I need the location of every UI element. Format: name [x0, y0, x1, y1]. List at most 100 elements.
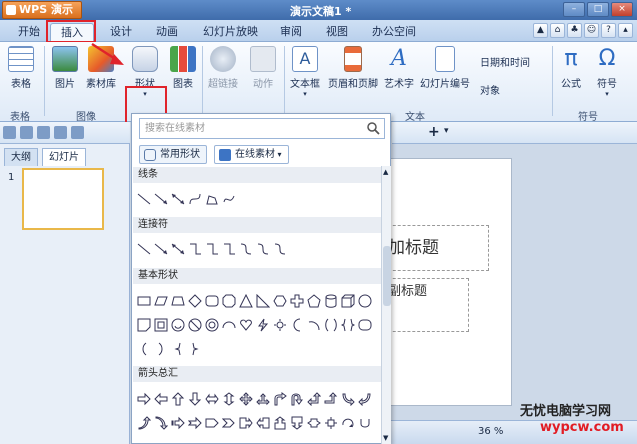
trapezoid-shape-icon[interactable]	[171, 294, 185, 308]
up-icon[interactable]: ▲	[533, 23, 548, 38]
tab-common-shapes[interactable]: 常用形状	[139, 145, 207, 164]
save-icon[interactable]	[20, 126, 33, 139]
double-arrow-line-shape-icon[interactable]	[171, 192, 185, 206]
scribble-shape-icon[interactable]	[222, 192, 236, 206]
picture-button[interactable]: 图片	[52, 46, 78, 90]
rectangle-shape-icon[interactable]	[137, 294, 151, 308]
curved-down-arrow-shape-icon[interactable]	[154, 416, 168, 430]
search-icon[interactable]	[366, 121, 380, 135]
tab-office-space[interactable]: 办公空间	[362, 23, 426, 42]
connector-straight-icon[interactable]	[137, 242, 151, 256]
user-icon[interactable]: ☺	[584, 23, 599, 38]
left-brace-shape-icon[interactable]	[171, 342, 185, 356]
moon-shape-icon[interactable]	[290, 318, 304, 332]
minimize-icon[interactable]: –	[563, 2, 585, 17]
folded-corner-shape-icon[interactable]	[137, 318, 151, 332]
pentagon-shape-icon[interactable]	[307, 294, 321, 308]
tab-online-material[interactable]: 在线素材 ▾	[214, 145, 289, 164]
scroll-thumb[interactable]	[383, 246, 391, 306]
quad-arrow-callout-shape-icon[interactable]	[324, 416, 338, 430]
datetime-button[interactable]: 日期和时间	[480, 54, 530, 69]
chart-button[interactable]: 图表	[170, 46, 196, 90]
down-arrow-callout-shape-icon[interactable]	[290, 416, 304, 430]
tab-animation[interactable]: 动画	[146, 23, 188, 42]
hyperlink-button[interactable]: 超链接	[208, 46, 238, 90]
tab-menu-icon[interactable]: ▾	[444, 126, 449, 136]
lightning-shape-icon[interactable]	[256, 318, 270, 332]
left-bracket-shape-icon[interactable]	[137, 342, 151, 356]
curve-shape-icon[interactable]	[188, 192, 202, 206]
tab-outline[interactable]: 大纲	[4, 148, 38, 166]
right-brace-shape-icon[interactable]	[188, 342, 202, 356]
help-icon[interactable]: ?	[601, 23, 616, 38]
hexagon-shape-icon[interactable]	[273, 294, 287, 308]
left-right-up-arrow-shape-icon[interactable]	[256, 392, 270, 406]
octagon-shape-icon[interactable]	[222, 294, 236, 308]
zoom-level[interactable]: 36 %	[478, 426, 503, 437]
slide-number-button[interactable]: 幻灯片编号	[420, 46, 470, 90]
striped-right-arrow-shape-icon[interactable]	[171, 416, 185, 430]
left-up-arrow-shape-icon[interactable]	[307, 392, 321, 406]
tab-slides[interactable]: 幻灯片	[42, 148, 86, 166]
left-arrow-callout-shape-icon[interactable]	[256, 416, 270, 430]
cube-shape-icon[interactable]	[341, 294, 355, 308]
right-arrow-shape-icon[interactable]	[137, 392, 151, 406]
double-brace-shape-icon[interactable]	[341, 318, 355, 332]
connector-straight-double-arrow-icon[interactable]	[171, 242, 185, 256]
curved-up-arrow-shape-icon[interactable]	[137, 416, 151, 430]
up-down-arrow-shape-icon[interactable]	[222, 392, 236, 406]
plus-shape-icon[interactable]	[290, 294, 304, 308]
arc-shape-icon[interactable]	[307, 318, 321, 332]
online-search-input[interactable]: 搜索在线素材	[139, 118, 385, 139]
notched-right-arrow-shape-icon[interactable]	[188, 416, 202, 430]
u-arrow-shape-icon[interactable]	[358, 416, 372, 430]
home-icon[interactable]: ⌂	[550, 23, 565, 38]
connector-elbow-double-arrow-icon[interactable]	[222, 242, 236, 256]
down-arrow-shape-icon[interactable]	[188, 392, 202, 406]
object-button[interactable]: 对象	[480, 82, 500, 97]
curved-right-arrow-shape-icon[interactable]	[341, 392, 355, 406]
scroll-up-icon[interactable]: ▲	[383, 168, 388, 176]
up-arrow-shape-icon[interactable]	[171, 392, 185, 406]
slide-thumbnail[interactable]	[22, 168, 104, 230]
skin-icon[interactable]: ♣	[567, 23, 582, 38]
connector-curved-arrow-icon[interactable]	[256, 242, 270, 256]
diamond-shape-icon[interactable]	[188, 294, 202, 308]
arrow-line-shape-icon[interactable]	[154, 192, 168, 206]
plaque-shape-icon[interactable]	[358, 318, 372, 332]
left-right-arrow-callout-shape-icon[interactable]	[307, 416, 321, 430]
connector-elbow-icon[interactable]	[188, 242, 202, 256]
smiley-shape-icon[interactable]	[171, 318, 185, 332]
circular-arrow-shape-icon[interactable]	[341, 416, 355, 430]
parallelogram-shape-icon[interactable]	[154, 294, 168, 308]
title-placeholder[interactable]: 加标题	[383, 225, 489, 271]
header-footer-button[interactable]: 页眉和页脚	[328, 46, 378, 90]
circle-shape-icon[interactable]	[358, 294, 372, 308]
connector-elbow-arrow-icon[interactable]	[205, 242, 219, 256]
frame-shape-icon[interactable]	[154, 318, 168, 332]
open-icon[interactable]	[3, 126, 16, 139]
block-arc-shape-icon[interactable]	[222, 318, 236, 332]
connector-straight-arrow-icon[interactable]	[154, 242, 168, 256]
redo-icon[interactable]	[71, 126, 84, 139]
subtitle-placeholder[interactable]: 副标题	[383, 278, 469, 332]
left-arrow-shape-icon[interactable]	[154, 392, 168, 406]
quad-arrow-shape-icon[interactable]	[239, 392, 253, 406]
symbol-button[interactable]: Ω 符号 ▾	[594, 46, 620, 98]
pentagon-arrow-shape-icon[interactable]	[205, 416, 219, 430]
sun-shape-icon[interactable]	[273, 318, 287, 332]
chevron-shape-icon[interactable]	[222, 416, 236, 430]
right-arrow-callout-shape-icon[interactable]	[239, 416, 253, 430]
bent-arrow-shape-icon[interactable]	[273, 392, 287, 406]
curved-left-arrow-shape-icon[interactable]	[358, 392, 372, 406]
tab-review[interactable]: 审阅	[270, 23, 312, 42]
scroll-down-icon[interactable]: ▼	[383, 434, 388, 442]
bent-up-arrow-shape-icon[interactable]	[324, 392, 338, 406]
wps-menu-button[interactable]: WPS 演示	[2, 1, 82, 19]
up-arrow-callout-shape-icon[interactable]	[273, 416, 287, 430]
no-symbol-shape-icon[interactable]	[188, 318, 202, 332]
add-tab-icon[interactable]: +	[428, 124, 440, 140]
wordart-button[interactable]: A 艺术字	[384, 46, 414, 90]
cylinder-shape-icon[interactable]	[324, 294, 338, 308]
formula-button[interactable]: π 公式	[558, 46, 584, 90]
